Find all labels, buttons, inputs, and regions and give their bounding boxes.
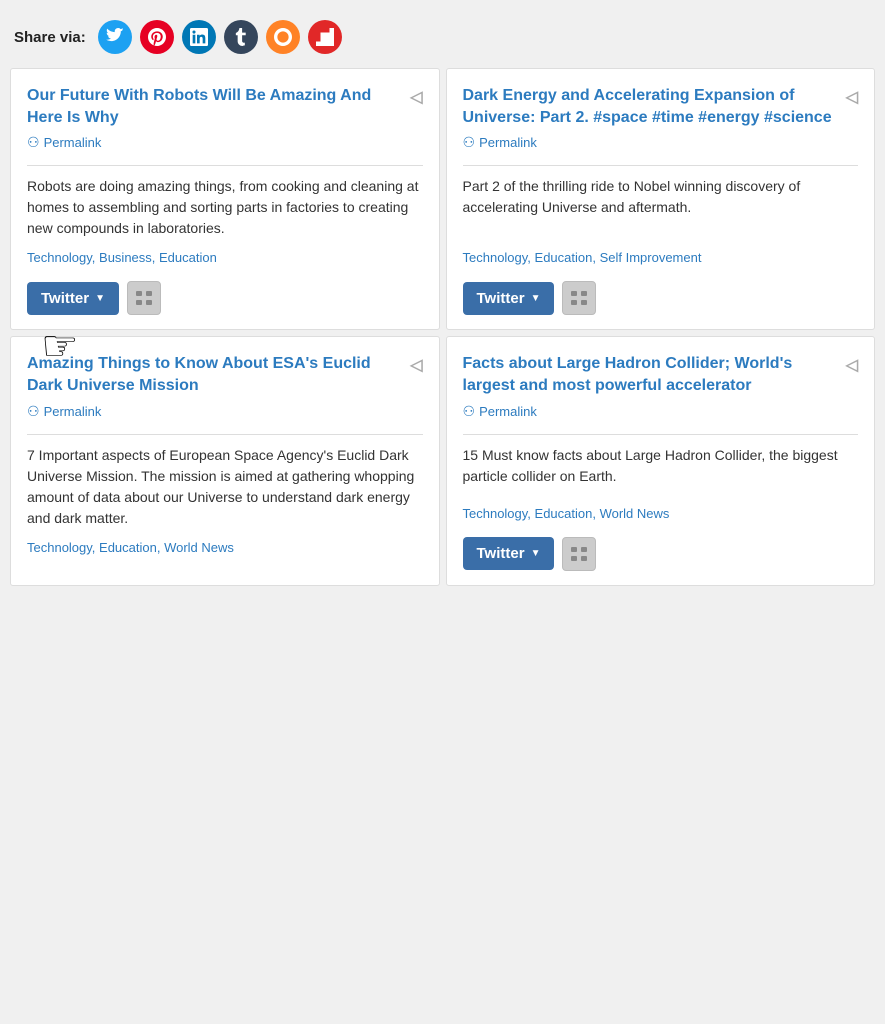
card-1-tags: Technology, Business, Education bbox=[27, 249, 423, 267]
card-4-share-icon[interactable]: ◁ bbox=[846, 355, 858, 377]
card-3-tags: Technology, Education, World News bbox=[27, 539, 423, 557]
card-3: Amazing Things to Know About ESA's Eucli… bbox=[10, 336, 440, 585]
card-2-share-icon[interactable]: ◁ bbox=[846, 87, 858, 109]
card-1-actions: Twitter ▼ ☞ bbox=[27, 281, 423, 315]
card-4-description: 15 Must know facts about Large Hadron Co… bbox=[463, 445, 859, 495]
card-2-permalink-label: Permalink bbox=[479, 135, 537, 150]
share-label: Share via: bbox=[14, 29, 86, 46]
permalink-icon-3: ⚇ bbox=[27, 403, 40, 420]
card-1: Our Future With Robots Will Be Amazing A… bbox=[10, 68, 440, 330]
card-1-permalink-label: Permalink bbox=[44, 135, 102, 150]
card-2-tags: Technology, Education, Self Improvement bbox=[463, 249, 859, 267]
share-bar: Share via: bbox=[10, 10, 875, 68]
card-4-divider bbox=[463, 434, 859, 435]
card-4-permalink[interactable]: ⚇ Permalink bbox=[463, 403, 859, 420]
linkedin-share-icon[interactable] bbox=[182, 20, 216, 54]
card-1-permalink[interactable]: ⚇ Permalink bbox=[27, 134, 423, 151]
card-1-twitter-button[interactable]: Twitter ▼ bbox=[27, 282, 119, 315]
card-2-divider bbox=[463, 165, 859, 166]
card-4: Facts about Large Hadron Collider; World… bbox=[446, 336, 876, 585]
card-2-description: Part 2 of the thrilling ride to Nobel wi… bbox=[463, 176, 859, 239]
card-1-divider bbox=[27, 165, 423, 166]
card-3-title-row: Amazing Things to Know About ESA's Eucli… bbox=[27, 353, 423, 396]
pinterest-share-icon[interactable] bbox=[140, 20, 174, 54]
card-2-twitter-caret: ▼ bbox=[531, 293, 541, 304]
card-1-title[interactable]: Our Future With Robots Will Be Amazing A… bbox=[27, 85, 404, 128]
card-4-twitter-button[interactable]: Twitter ▼ bbox=[463, 537, 555, 570]
card-2-title[interactable]: Dark Energy and Accelerating Expansion o… bbox=[463, 85, 840, 128]
card-3-permalink-label: Permalink bbox=[44, 404, 102, 419]
card-2-twitter-button[interactable]: Twitter ▼ bbox=[463, 282, 555, 315]
card-1-grid-button[interactable] bbox=[127, 281, 161, 315]
card-2: Dark Energy and Accelerating Expansion o… bbox=[446, 68, 876, 330]
permalink-icon-4: ⚇ bbox=[463, 403, 476, 420]
card-3-title[interactable]: Amazing Things to Know About ESA's Eucli… bbox=[27, 353, 404, 396]
card-2-actions: Twitter ▼ bbox=[463, 281, 859, 315]
mix-share-icon[interactable] bbox=[266, 20, 300, 54]
card-3-share-icon[interactable]: ◁ bbox=[410, 355, 422, 377]
card-1-title-row: Our Future With Robots Will Be Amazing A… bbox=[27, 85, 423, 128]
permalink-icon-2: ⚇ bbox=[463, 134, 476, 151]
card-2-twitter-label: Twitter bbox=[477, 290, 525, 307]
card-4-twitter-label: Twitter bbox=[477, 545, 525, 562]
card-1-description: Robots are doing amazing things, from co… bbox=[27, 176, 423, 239]
card-4-grid-button[interactable] bbox=[562, 537, 596, 571]
card-1-share-icon[interactable]: ◁ bbox=[410, 87, 422, 109]
tumblr-share-icon[interactable] bbox=[224, 20, 258, 54]
card-1-twitter-caret: ▼ bbox=[95, 293, 105, 304]
twitter-share-icon[interactable] bbox=[98, 20, 132, 54]
card-4-tags: Technology, Education, World News bbox=[463, 505, 859, 523]
flipboard-share-icon[interactable] bbox=[308, 20, 342, 54]
card-3-divider bbox=[27, 434, 423, 435]
card-1-twitter-label: Twitter bbox=[41, 290, 89, 307]
cards-grid: Our Future With Robots Will Be Amazing A… bbox=[10, 68, 875, 586]
card-4-title-row: Facts about Large Hadron Collider; World… bbox=[463, 353, 859, 396]
card-4-actions: Twitter ▼ bbox=[463, 537, 859, 571]
card-2-permalink[interactable]: ⚇ Permalink bbox=[463, 134, 859, 151]
card-2-title-row: Dark Energy and Accelerating Expansion o… bbox=[463, 85, 859, 128]
card-4-title[interactable]: Facts about Large Hadron Collider; World… bbox=[463, 353, 840, 396]
card-4-twitter-caret: ▼ bbox=[531, 548, 541, 559]
card-3-permalink[interactable]: ⚇ Permalink bbox=[27, 403, 423, 420]
card-3-description: 7 Important aspects of European Space Ag… bbox=[27, 445, 423, 529]
card-2-grid-button[interactable] bbox=[562, 281, 596, 315]
card-4-permalink-label: Permalink bbox=[479, 404, 537, 419]
permalink-icon-1: ⚇ bbox=[27, 134, 40, 151]
